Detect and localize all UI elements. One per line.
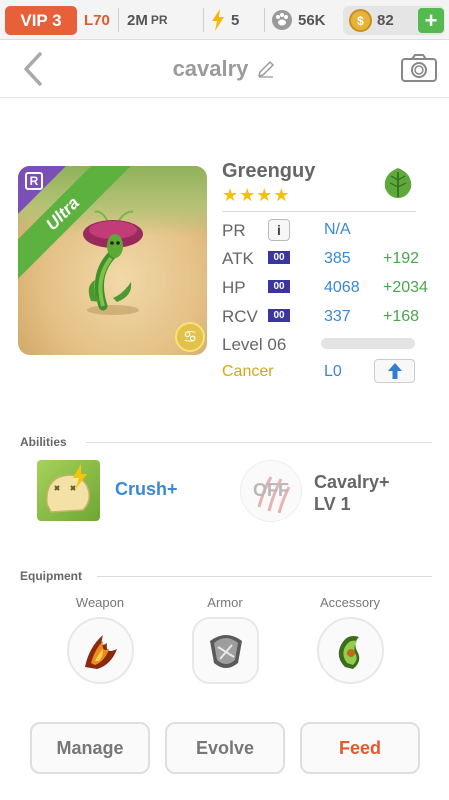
accessory-icon [338, 635, 359, 669]
title-area: cavalry [0, 52, 449, 86]
coin-icon: $ [349, 9, 372, 32]
monster-portrait[interactable]: Ultra R ♋ [18, 166, 207, 355]
monster-name: Greenguy [222, 160, 316, 182]
equipment-title: Equipment [20, 569, 82, 583]
divider [86, 442, 432, 443]
rcv-bonus: +168 [383, 308, 420, 325]
passive-name-text: Cavalry+ [314, 472, 390, 492]
lightning-icon [212, 9, 224, 31]
crush-ability-icon[interactable] [37, 460, 100, 521]
atk-bonus: +192 [383, 250, 420, 267]
armor-label: Armor [207, 595, 243, 610]
accessory-label: Accessory [320, 595, 380, 610]
level-progress-bar [321, 338, 415, 349]
rank-badge: R [25, 172, 43, 190]
pr-value: 2M [127, 11, 148, 29]
monster-image [83, 210, 143, 315]
pr-stat-value: N/A [324, 221, 351, 238]
armor-slot[interactable] [192, 617, 259, 684]
info-icon[interactable]: i [268, 219, 290, 241]
star-rating: ★★★★ [222, 185, 291, 205]
player-level: L70 [84, 11, 110, 29]
divider [118, 8, 119, 32]
crush-icon [46, 464, 90, 513]
divider [203, 8, 204, 32]
paw-value: 56K [298, 11, 326, 29]
vip-badge[interactable]: VIP 3 [5, 6, 77, 35]
passive-ability-name: Cavalry+ LV 1 [314, 471, 390, 515]
divider [97, 576, 432, 577]
weapon-label: Weapon [75, 595, 125, 610]
weapon-slot[interactable] [67, 617, 134, 684]
atk-label: ATK [222, 249, 254, 268]
paw-icon [272, 10, 292, 30]
pencil-icon[interactable] [256, 59, 276, 79]
leaf-icon [384, 168, 412, 198]
divider [222, 211, 416, 212]
armor-icon [209, 634, 242, 668]
zodiac-label: Cancer [222, 363, 274, 380]
rcv-value: 337 [324, 308, 351, 325]
accessory-slot[interactable] [317, 617, 384, 684]
hp-value: 4068 [324, 279, 360, 296]
energy-counter[interactable]: 5 [210, 8, 239, 32]
divider [264, 8, 265, 32]
pr-label: PR [150, 13, 168, 27]
passive-level-text: LV 1 [314, 494, 351, 514]
active-ability-name[interactable]: Crush+ [115, 479, 178, 500]
rcv-label: RCV [222, 307, 258, 326]
level-label: Level 06 [222, 335, 287, 354]
zodiac-level: L0 [324, 363, 342, 380]
camera-icon[interactable] [400, 53, 438, 83]
feed-button[interactable]: Feed [300, 722, 420, 774]
hp-label: HP [222, 278, 246, 297]
coins-value: 82 [377, 11, 394, 29]
page-title: cavalry [172, 56, 249, 81]
hp-plus-badge: 00 [268, 280, 290, 293]
up-arrow-icon [387, 363, 402, 379]
cancer-zodiac-icon: ♋ [175, 322, 205, 352]
paw-counter[interactable]: 56K [271, 8, 326, 32]
rcv-plus-badge: 00 [268, 309, 290, 322]
energy-value: 5 [231, 11, 240, 29]
passive-state-label: OFF [253, 480, 289, 500]
pr-stat-label: PR [222, 221, 246, 240]
add-coins-button[interactable]: + [418, 8, 444, 33]
weapon-icon [84, 634, 117, 669]
abilities-title: Abilities [20, 435, 67, 449]
player-pr: 2M PR [127, 8, 168, 32]
atk-value: 385 [324, 250, 351, 267]
manage-button[interactable]: Manage [30, 722, 150, 774]
zodiac-upgrade-button[interactable] [374, 359, 415, 383]
evolve-button[interactable]: Evolve [165, 722, 285, 774]
hp-bonus: +2034 [383, 279, 428, 296]
atk-plus-badge: 00 [268, 251, 290, 264]
